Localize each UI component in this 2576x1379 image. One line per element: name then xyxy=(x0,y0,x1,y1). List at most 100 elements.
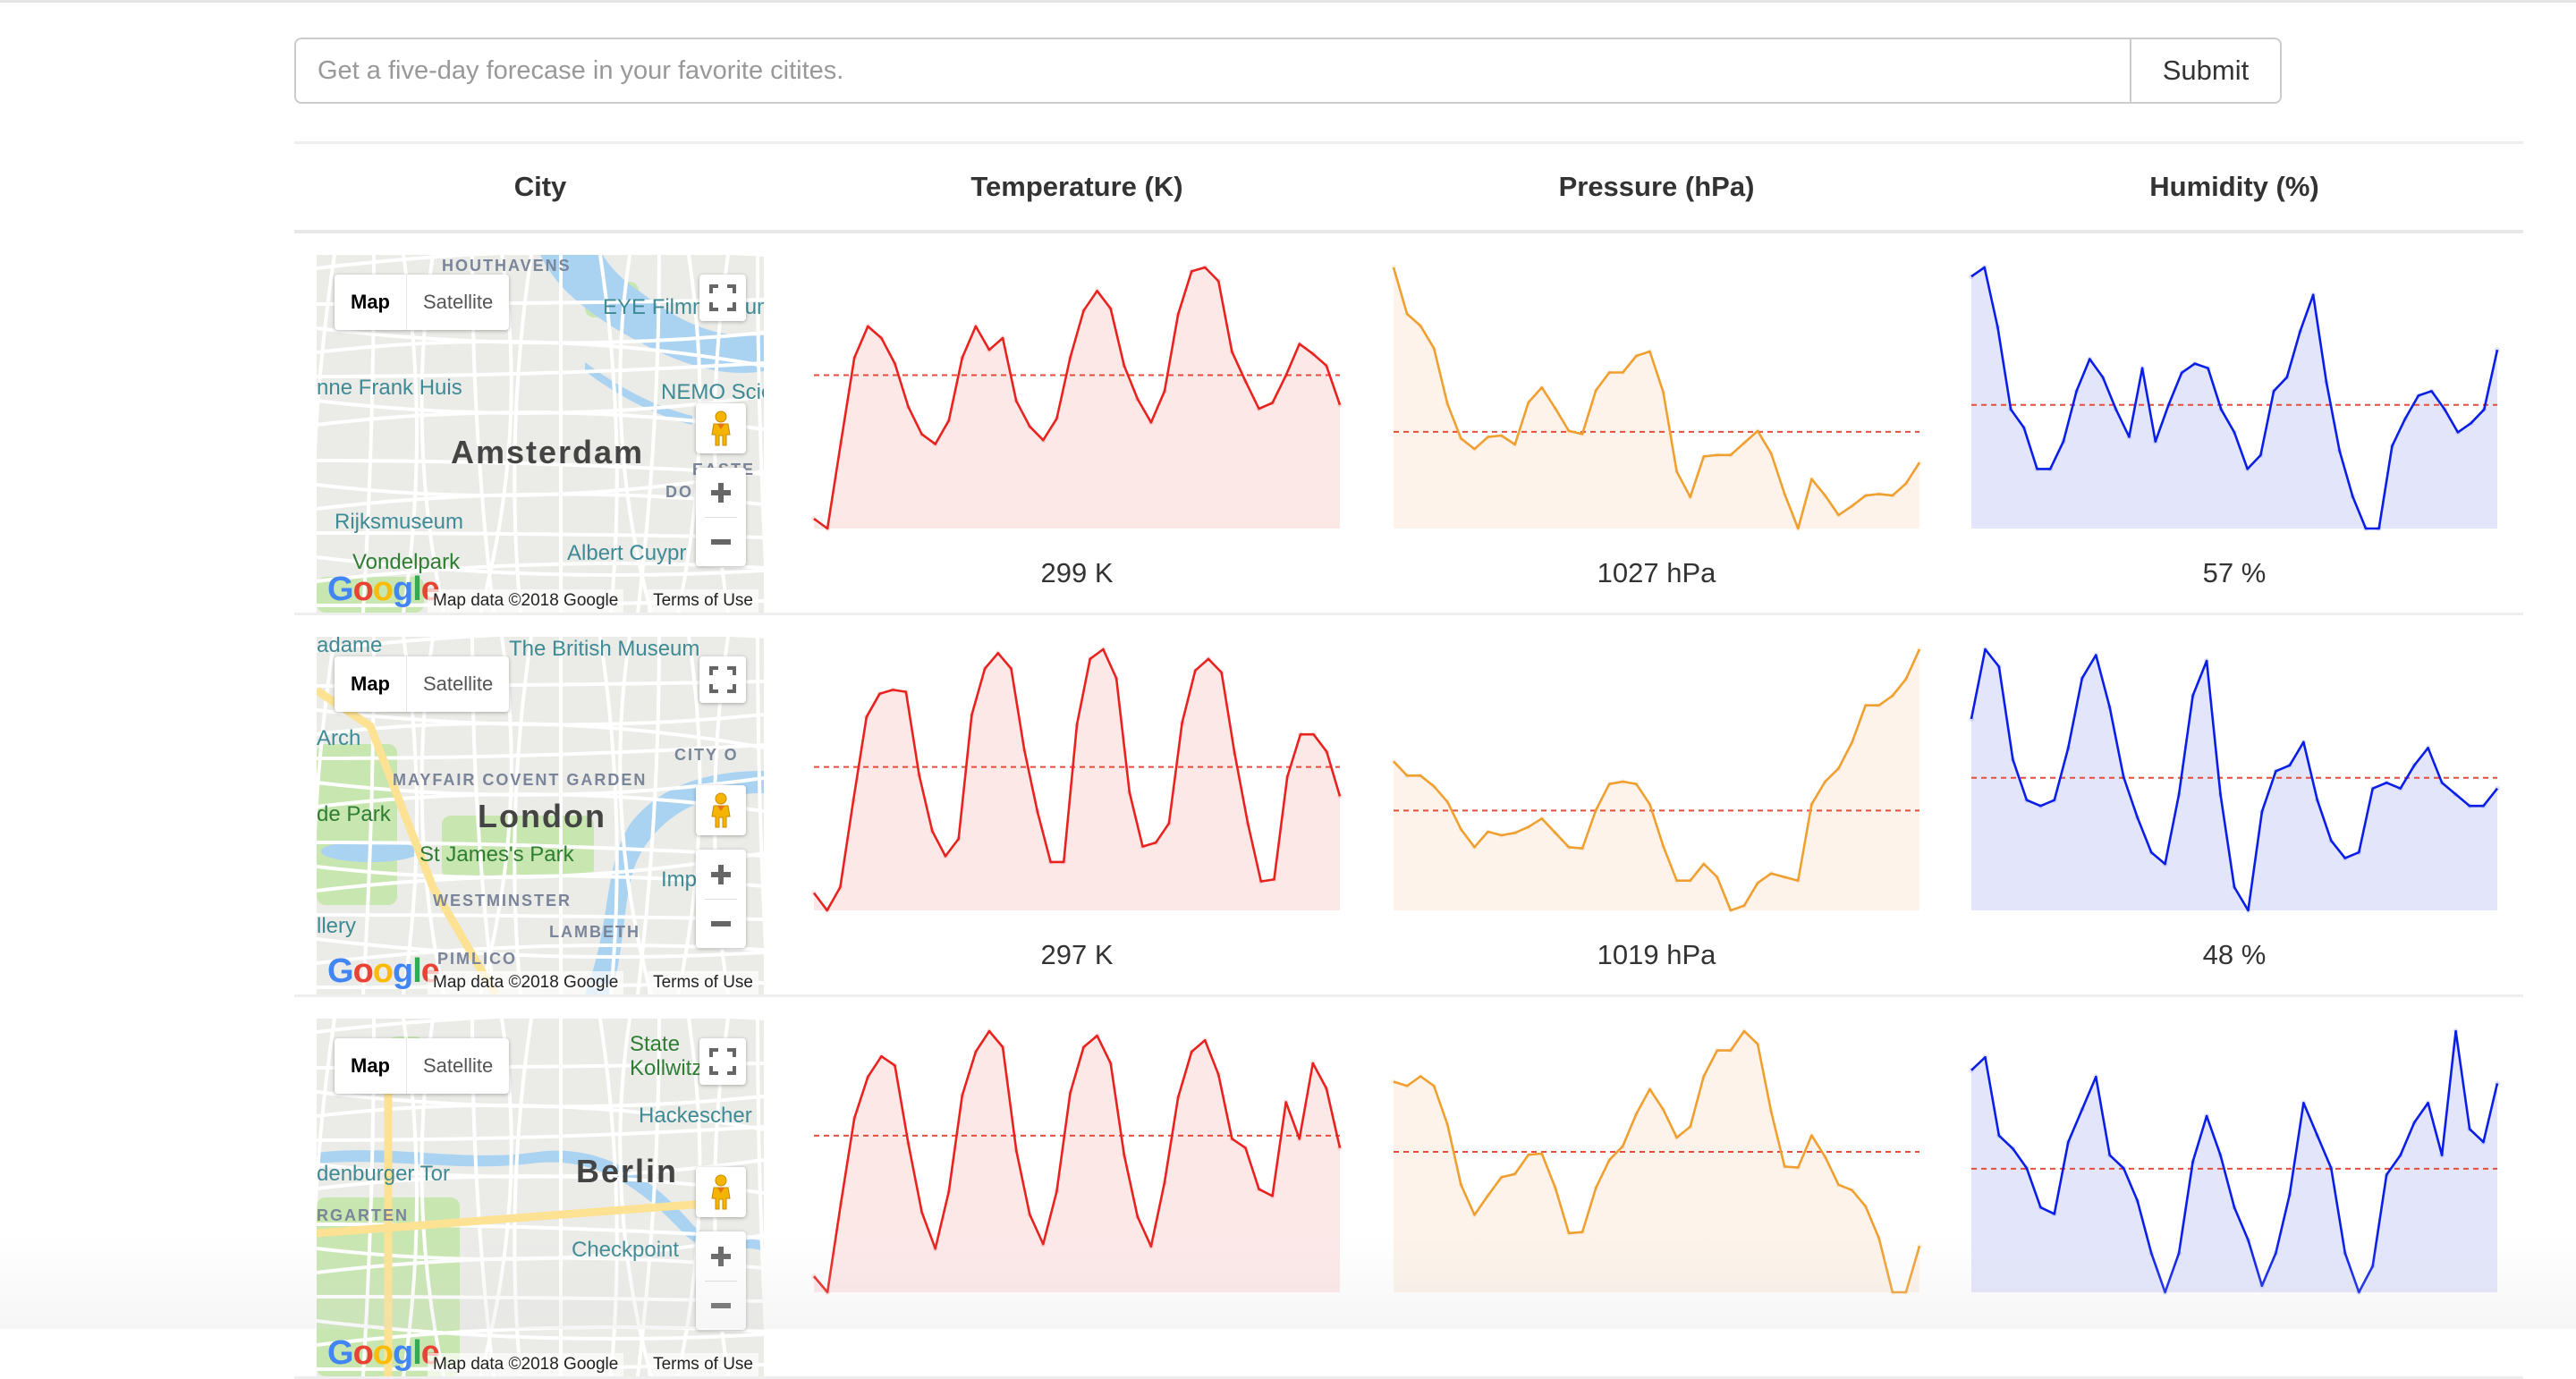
street-view-pegman-button[interactable] xyxy=(696,785,746,835)
map-data-attribution[interactable]: Map data ©2018 Google xyxy=(428,971,624,994)
map-label-park: Kollwitz xyxy=(630,1056,703,1080)
table-header-row: City Temperature (K) Pressure (hPa) Humi… xyxy=(294,141,2523,233)
pressure-point xyxy=(1660,389,1666,395)
pressure-point xyxy=(1458,826,1464,833)
humidity-point xyxy=(2495,1080,2500,1087)
pressure-point xyxy=(1418,773,1424,779)
temperature-point xyxy=(1245,820,1251,826)
submit-button[interactable]: Submit xyxy=(2130,38,2282,104)
pressure-point xyxy=(1889,693,1895,698)
pressure-point xyxy=(1889,1290,1895,1295)
temperature-point xyxy=(811,890,817,896)
zoom-out-button[interactable] xyxy=(696,518,746,566)
temperature-point xyxy=(1218,669,1224,675)
temperature-point xyxy=(1121,362,1127,368)
humidity-value: 57 % xyxy=(2202,557,2267,588)
fullscreen-button[interactable] xyxy=(699,1038,746,1085)
pressure-point xyxy=(1418,323,1424,329)
google-logo-letter: o xyxy=(352,571,374,608)
temperature-point xyxy=(877,690,883,697)
humidity-point xyxy=(2121,774,2127,780)
humidity-area xyxy=(1971,1031,2497,1292)
zoom-out-button[interactable] xyxy=(696,900,746,948)
temperature-point xyxy=(1229,1136,1235,1142)
google-logo[interactable]: Google xyxy=(327,952,440,991)
temperature-point xyxy=(1153,840,1159,846)
map-type-map-button[interactable]: Map xyxy=(335,275,407,330)
pressure-point xyxy=(1593,808,1599,813)
pressure-point xyxy=(1768,870,1775,876)
pressure-point xyxy=(1471,844,1478,850)
humidity-point xyxy=(2363,526,2368,531)
zoom-in-button[interactable] xyxy=(696,469,746,517)
temperature-cell xyxy=(786,995,1368,1379)
terms-of-use-link[interactable]: Terms of Use xyxy=(648,589,758,613)
temperature-point xyxy=(1323,362,1329,368)
humidity-point xyxy=(2397,1152,2403,1158)
humidity-point xyxy=(2205,365,2211,371)
pressure-point xyxy=(1714,452,1720,458)
pressure-value: 1019 hPa xyxy=(1597,939,1716,970)
city-map[interactable]: Amsterdam HOUTHAVENS EYE Filmmuseum nne Fra… xyxy=(317,255,764,613)
temperature-point xyxy=(1242,1145,1249,1151)
city-search-input[interactable] xyxy=(294,38,2130,104)
humidity-point xyxy=(2258,808,2265,815)
temperature-point xyxy=(995,650,1001,656)
table-row: Amsterdam HOUTHAVENS EYE Filmmuseum nne Fra… xyxy=(294,232,2523,615)
map-type-satellite-button[interactable]: Satellite xyxy=(407,1038,509,1094)
map-type-map-button[interactable]: Map xyxy=(335,1038,407,1094)
map-type-map-button[interactable]: Map xyxy=(335,656,407,712)
humidity-sparkline xyxy=(1969,265,2500,531)
humidity-point xyxy=(2480,803,2487,809)
zoom-in-button[interactable] xyxy=(696,850,746,899)
google-logo[interactable]: Google xyxy=(327,571,440,609)
street-view-pegman-button[interactable] xyxy=(696,403,746,453)
pressure-point xyxy=(1700,453,1707,460)
map-label-city: Berlin xyxy=(576,1153,679,1189)
map-data-attribution[interactable]: Map data ©2018 Google xyxy=(428,589,624,613)
pressure-point xyxy=(1727,452,1733,458)
temperature-point xyxy=(1100,647,1106,652)
fullscreen-button[interactable] xyxy=(699,275,746,321)
temperature-point xyxy=(1040,1241,1046,1248)
temperature-point xyxy=(1258,878,1264,884)
humidity-point xyxy=(2093,652,2099,658)
humidity-point xyxy=(2148,1250,2155,1256)
humidity-point xyxy=(2023,1165,2029,1172)
temperature-point xyxy=(1179,720,1185,726)
temperature-point xyxy=(878,335,885,342)
pressure-point xyxy=(1552,405,1558,411)
pressure-point xyxy=(1822,1154,1828,1160)
city-cell: Berlin State Kollwitz Hackescher denburger T… xyxy=(294,995,786,1379)
map-type-satellite-button[interactable]: Satellite xyxy=(407,275,509,330)
zoom-out-button[interactable] xyxy=(696,1282,746,1330)
humidity-point xyxy=(2176,1250,2182,1256)
street-view-pegman-button[interactable] xyxy=(696,1167,746,1217)
temperature-point xyxy=(1216,278,1222,284)
pressure-point xyxy=(1404,773,1411,779)
terms-of-use-link[interactable]: Terms of Use xyxy=(648,971,758,994)
fullscreen-button[interactable] xyxy=(699,656,746,703)
temperature-point xyxy=(1202,1037,1208,1044)
city-map[interactable]: Berlin State Kollwitz Hackescher denburger T… xyxy=(317,1019,764,1376)
temperature-point xyxy=(1206,656,1211,662)
header-pressure: Pressure (hPa) xyxy=(1368,141,1945,233)
temperature-point xyxy=(852,354,858,360)
pressure-point xyxy=(1485,434,1491,440)
pressure-point xyxy=(1674,877,1680,884)
pressure-point xyxy=(1782,491,1788,497)
temperature-point xyxy=(865,1074,871,1080)
zoom-in-button[interactable] xyxy=(696,1232,746,1281)
temperature-cell: 297 K xyxy=(786,613,1368,997)
humidity-point xyxy=(2314,797,2320,803)
map-type-satellite-button[interactable]: Satellite xyxy=(407,656,509,712)
pressure-point xyxy=(1768,451,1775,457)
google-logo[interactable]: Google xyxy=(327,1334,440,1373)
humidity-point xyxy=(2121,1165,2127,1172)
pressure-point xyxy=(1485,1192,1491,1198)
map-label-hood: LAMBETH xyxy=(549,923,640,941)
terms-of-use-link[interactable]: Terms of Use xyxy=(648,1353,758,1376)
temperature-point xyxy=(863,714,869,720)
city-map[interactable]: London adame The British Museum Arch MAYFAIR… xyxy=(317,637,764,994)
map-data-attribution[interactable]: Map data ©2018 Google xyxy=(428,1353,624,1376)
